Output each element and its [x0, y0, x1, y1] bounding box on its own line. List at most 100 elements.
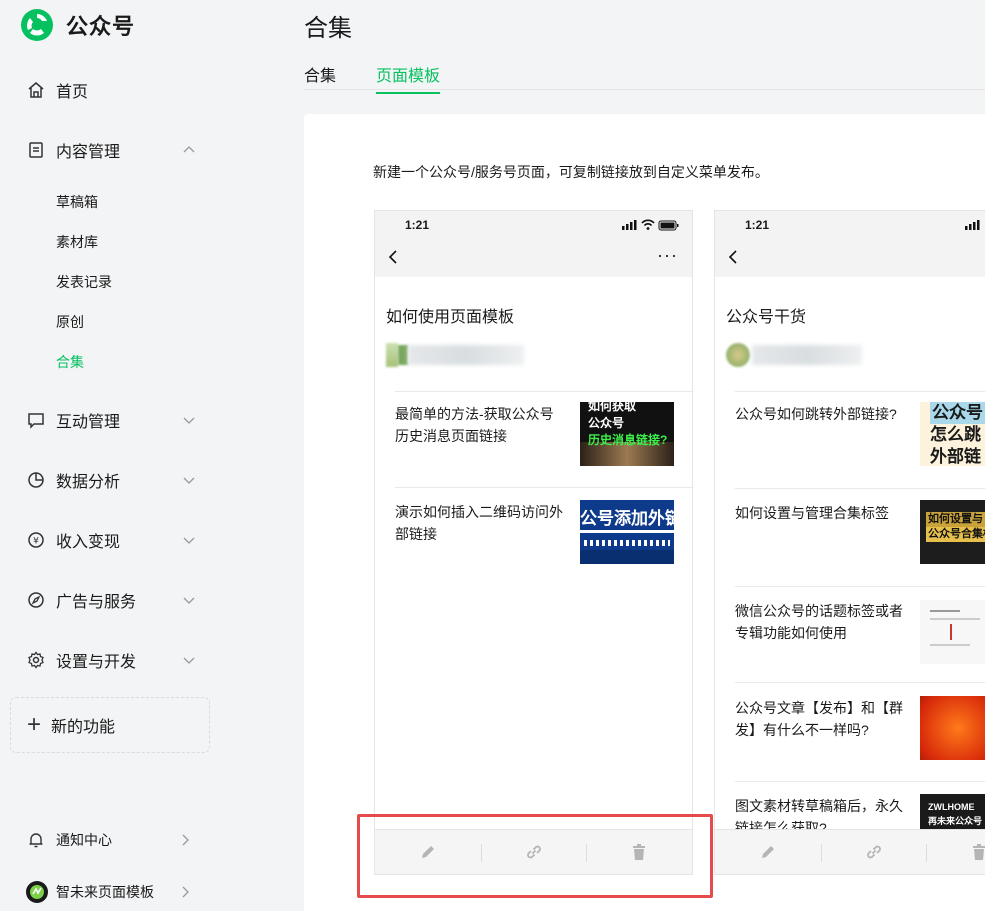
chevron-down-icon — [183, 657, 195, 664]
tab-collections[interactable]: 合集 — [304, 62, 336, 92]
delete-button[interactable] — [586, 830, 692, 874]
nav-settings[interactable]: 设置与开发 — [26, 648, 196, 672]
thumb-text: 公众号 — [588, 416, 625, 430]
app-logo[interactable]: 公众号 — [20, 8, 135, 42]
new-feature-button[interactable]: + 新的功能 — [10, 697, 210, 753]
phone-status-bar: 1:21 — [715, 211, 985, 239]
article-thumbnail: 如何设置与 公众号合集标 — [920, 500, 985, 564]
thumb-text: 公号添加外链 — [580, 509, 674, 528]
nav-home-label: 首页 — [56, 84, 89, 101]
article-title: 公众号如何跳转外部链接? — [735, 406, 897, 422]
phone-nav-bar: ··· — [375, 239, 692, 277]
nav-sub-collections[interactable]: 合集 — [56, 352, 84, 372]
chevron-down-icon — [183, 417, 195, 424]
template-card[interactable]: 1:21 ··· 如何使用页面模板 最简单的方法-获取公众号历史消息页面链接 如… — [374, 210, 693, 875]
pencil-icon — [421, 846, 434, 858]
tab-page-templates[interactable]: 页面模板 — [376, 62, 441, 94]
svg-text:¥: ¥ — [33, 537, 39, 547]
back-arrow-icon — [387, 249, 399, 270]
tab-bar: 合集 页面模板 — [304, 62, 985, 94]
nav-ads-label: 广告与服务 — [56, 594, 137, 611]
article-title: 演示如何插入二维码访问外部链接 — [395, 504, 563, 542]
nav-sub-materials[interactable]: 素材库 — [56, 232, 98, 252]
nav-analytics-label: 数据分析 — [56, 474, 121, 491]
nav-sub-publish-history[interactable]: 发表记录 — [56, 272, 112, 292]
bell-icon — [26, 831, 46, 849]
pie-chart-icon — [26, 470, 46, 490]
article-thumbnail — [920, 600, 985, 664]
nav-interaction[interactable]: 互动管理 — [26, 408, 196, 432]
edit-button[interactable] — [715, 830, 821, 874]
thumb-text: 如何设置与 — [926, 512, 985, 527]
divider — [735, 682, 985, 683]
nav-sub-drafts[interactable]: 草稿箱 — [56, 192, 98, 212]
nav-notifications[interactable]: 通知中心 — [26, 830, 192, 850]
template-toolbar — [715, 829, 985, 874]
account-switcher[interactable]: 智未来页面模板 — [26, 881, 192, 903]
thumb-text: 如何获取 — [588, 402, 637, 413]
plus-icon: + — [27, 711, 42, 738]
nav-monetize[interactable]: ¥ 收入变现 — [26, 528, 196, 552]
template-title: 如何使用页面模板 — [386, 309, 515, 326]
comment-icon — [26, 410, 46, 430]
nav-sub-original[interactable]: 原创 — [56, 312, 84, 332]
new-feature-label: 新的功能 — [51, 719, 116, 736]
sidebar: 公众号 首页 内容管理 草稿箱 素材库 发表记录 原创 合集 互动管理 数据分析… — [0, 0, 225, 911]
thumb-text: 公众号 — [930, 402, 985, 424]
nav-analytics[interactable]: 数据分析 — [26, 468, 196, 492]
status-time: 1:21 — [405, 218, 430, 232]
document-icon — [26, 140, 46, 160]
divider — [735, 781, 985, 782]
divider — [395, 487, 692, 488]
nav-home[interactable]: 首页 — [26, 78, 196, 102]
edit-button[interactable] — [375, 830, 481, 874]
yen-icon: ¥ — [26, 530, 46, 550]
blurred-author-avatar — [726, 341, 866, 369]
delete-button[interactable] — [926, 830, 985, 874]
home-icon — [26, 80, 46, 100]
nav-notifications-label: 通知中心 — [56, 832, 112, 848]
chevron-right-icon — [182, 834, 189, 846]
divider — [735, 391, 985, 392]
article-thumbnail: 公号添加外链 — [580, 500, 674, 564]
article-title: 微信公众号的话题标签或者专辑功能如何使用 — [735, 603, 903, 641]
template-card[interactable]: 1:21 公众号干货 公众号如何跳转外部链接? 公众号 怎么跳 外部链 如何设置… — [714, 210, 985, 875]
nav-content-label: 内容管理 — [56, 144, 121, 161]
article-thumbnail: 公众号 怎么跳 外部链 — [920, 402, 985, 466]
divider — [735, 488, 985, 489]
nav-interaction-label: 互动管理 — [56, 414, 121, 431]
article-title: 最简单的方法-获取公众号历史消息页面链接 — [395, 406, 554, 444]
trash-icon — [633, 844, 646, 860]
phone-status-bar: 1:21 — [375, 211, 692, 239]
blurred-author-avatar — [386, 341, 526, 369]
page-title: 合集 — [304, 15, 352, 42]
nav-content[interactable]: 内容管理 — [26, 138, 196, 162]
article-title: 公众号文章【发布】和【群发】有什么不一样吗? — [735, 700, 903, 738]
link-icon — [866, 845, 881, 859]
article-thumbnail: 如何获取 公众号 历史消息链接? — [580, 402, 674, 466]
compass-icon — [26, 590, 46, 610]
phone-nav-bar — [715, 239, 985, 277]
thumb-text: 再未来公众号 — [928, 816, 983, 826]
back-arrow-icon — [727, 249, 739, 270]
thumb-text: 公众号合集标 — [926, 527, 985, 542]
divider — [735, 586, 985, 587]
thumb-text: ZWLHOME — [928, 802, 975, 812]
thumb-text: 历史消息链接? — [588, 433, 668, 447]
trash-icon — [973, 844, 985, 860]
status-icons — [622, 219, 679, 231]
status-icons — [965, 220, 980, 230]
chevron-down-icon — [183, 537, 195, 544]
nav-settings-label: 设置与开发 — [56, 654, 137, 671]
wechat-mp-logo-icon — [21, 9, 53, 41]
account-name: 智未来页面模板 — [56, 884, 154, 900]
chevron-up-icon — [183, 146, 195, 153]
more-icon: ··· — [657, 245, 678, 265]
article-thumbnail — [920, 696, 985, 760]
avatar — [26, 881, 48, 903]
copy-link-button[interactable] — [480, 830, 587, 874]
thumb-text: 外部链 — [930, 447, 981, 466]
nav-ads[interactable]: 广告与服务 — [26, 588, 196, 612]
copy-link-button[interactable] — [820, 830, 927, 874]
template-toolbar — [375, 829, 692, 874]
